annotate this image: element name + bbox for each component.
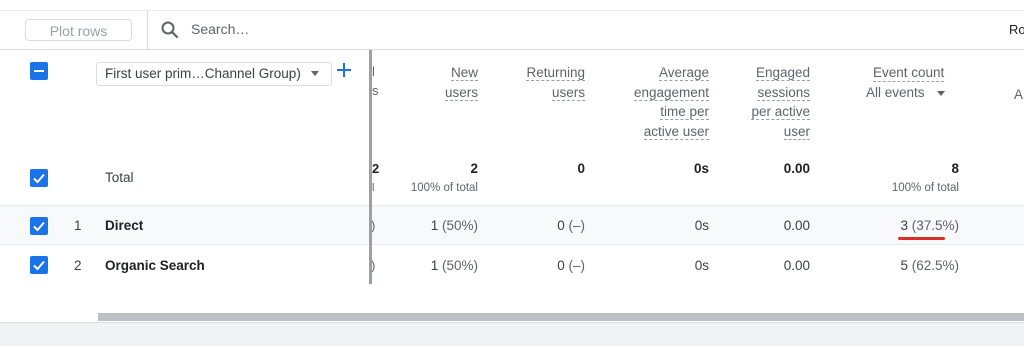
header-line: engagement	[633, 84, 709, 101]
column-header-engaged-sessions[interactable]: Engaged sessions per active user	[730, 63, 810, 141]
plot-rows-button[interactable]: Plot rows	[25, 19, 132, 41]
column-header-new-users[interactable]: New users	[400, 63, 478, 102]
total-row-checkbox[interactable]	[30, 169, 48, 187]
value: 0	[557, 258, 565, 273]
row-channel-label: Direct	[105, 218, 144, 233]
header-line: active user	[643, 123, 709, 140]
row-engaged-sessions: 0.00	[783, 258, 810, 273]
header-line: Average	[658, 65, 709, 81]
total-event-count: 8	[951, 161, 959, 176]
plus-icon[interactable]	[337, 63, 351, 77]
value: 5	[900, 258, 908, 273]
row-channel-label: Organic Search	[105, 258, 205, 273]
toolbar-divider	[147, 11, 148, 49]
header-line: Engaged	[755, 65, 810, 81]
row-new-users: 1 (50%)	[400, 258, 478, 273]
sticky-column-divider	[369, 50, 372, 284]
red-underline-annotation	[898, 237, 945, 240]
row-divider	[0, 244, 1024, 245]
row-returning-users: 0 (–)	[500, 258, 585, 273]
row-avg-engagement: 0s	[694, 218, 709, 233]
value: 1	[430, 218, 439, 233]
partial-column-header: A	[1014, 87, 1024, 102]
row-index: 2	[74, 258, 82, 273]
partial-header-char: l	[372, 64, 375, 79]
value: 1	[430, 258, 439, 273]
row-checkbox[interactable]	[30, 217, 48, 235]
header-line: New	[450, 65, 478, 81]
event-name-selector[interactable]: All events	[866, 85, 925, 100]
top-border	[0, 10, 1024, 11]
total-event-count-sub: 100% of total	[891, 182, 959, 194]
header-line: users	[444, 84, 478, 101]
header-line: Returning	[526, 65, 585, 81]
row-new-users: 1 (50%)	[400, 218, 478, 233]
row-engaged-sessions: 0.00	[783, 218, 810, 233]
caret-down-icon	[311, 71, 319, 76]
percent: (–)	[568, 258, 586, 273]
row-returning-users: 0 (–)	[500, 218, 585, 233]
total-new-users-sub: 100% of total	[410, 182, 478, 194]
horizontal-scrollbar[interactable]	[98, 313, 1024, 321]
header-line: user	[783, 123, 810, 140]
caret-down-icon	[937, 91, 945, 96]
percent: (–)	[568, 218, 586, 233]
row-index: 1	[74, 218, 82, 233]
column-header-avg-engagement[interactable]: Average engagement time per active user	[610, 63, 709, 141]
search-icon[interactable]	[160, 20, 180, 40]
row-checkbox[interactable]	[30, 256, 48, 274]
header-line: sessions	[757, 84, 810, 101]
value: 0	[557, 218, 565, 233]
search-input[interactable]: Search…	[191, 21, 249, 37]
column-header-event-count[interactable]: Event count	[873, 64, 945, 82]
toolbar-bottom-border	[0, 49, 1024, 50]
header-line: time per	[660, 104, 709, 120]
row-event-count: 5 (62.5%)	[880, 258, 959, 273]
select-all-checkbox[interactable]	[30, 62, 48, 80]
percent: (50%)	[441, 258, 478, 273]
rows-per-page-label: Ro	[1009, 22, 1024, 37]
total-returning-users: 0	[577, 161, 585, 176]
partial-total-value: 2	[372, 161, 380, 176]
dimension-selector[interactable]: First user prim…Channel Group)	[96, 62, 332, 86]
header-line: users	[551, 84, 585, 101]
total-engaged-sessions: 0.00	[783, 161, 810, 176]
value: 3	[900, 218, 908, 233]
total-label: Total	[105, 170, 134, 185]
percent: (62.5%)	[911, 258, 959, 273]
total-new-users: 2	[470, 161, 478, 176]
percent: (50%)	[441, 218, 478, 233]
column-header-returning-users[interactable]: Returning users	[500, 63, 585, 102]
row-event-count: 3 (37.5%)	[880, 218, 959, 233]
header-line: per active	[751, 104, 810, 120]
total-avg-engagement: 0s	[693, 161, 709, 176]
partial-total-sub: l	[372, 182, 375, 194]
row-avg-engagement: 0s	[694, 258, 709, 273]
percent: (37.5%)	[911, 218, 959, 233]
partial-header-char: s	[372, 83, 379, 98]
page-footer	[0, 322, 1024, 346]
